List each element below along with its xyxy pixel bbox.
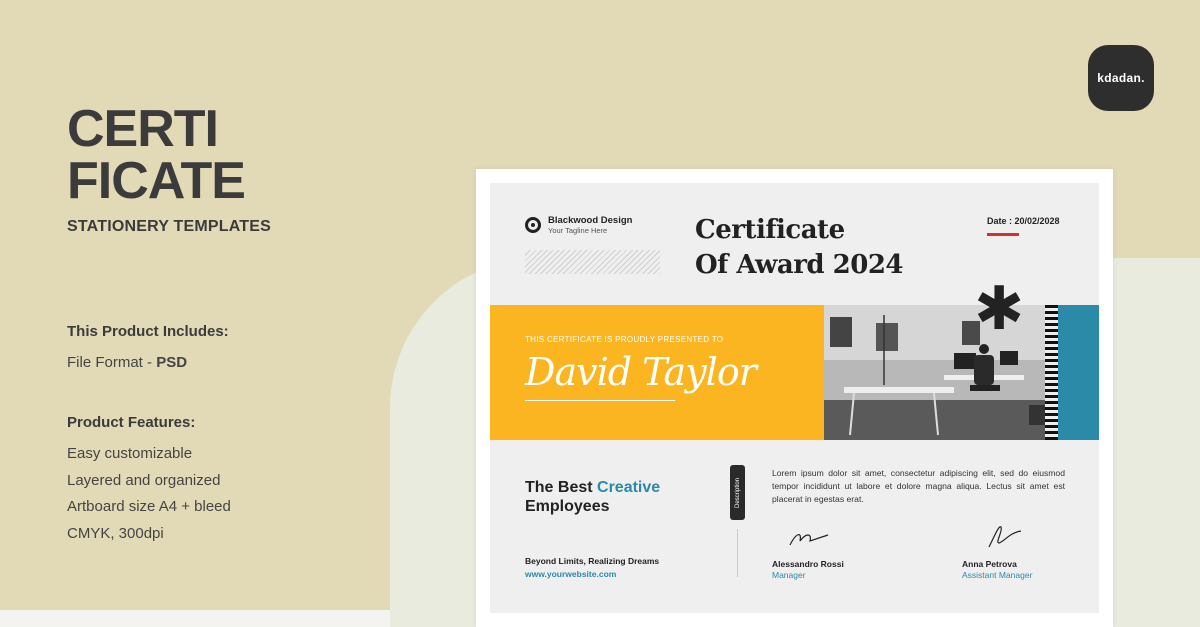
- file-format-value: PSD: [156, 354, 188, 371]
- award-title-line-2: Employees: [525, 498, 610, 515]
- description-text: Lorem ipsum dolor sit amet, consectetur …: [772, 468, 1065, 504]
- file-format: File Format - PSD: [67, 354, 187, 371]
- page-subtitle: STATIONERY TEMPLATES: [67, 218, 272, 235]
- accent-band: [1058, 305, 1099, 440]
- company-tagline: Your Tagline Here: [548, 226, 608, 235]
- file-format-label: File Format -: [67, 354, 157, 371]
- signature-1: [789, 534, 829, 546]
- description-tab-label: Description: [734, 477, 741, 508]
- features-heading: Product Features:: [67, 414, 196, 431]
- recipient-name: David Taylor: [525, 350, 757, 394]
- company-logo-icon: [525, 217, 541, 233]
- award-prefix: The Best: [525, 479, 598, 496]
- signer-1-role: Manager: [772, 570, 806, 580]
- title-line-2: FICATE: [67, 152, 246, 210]
- presented-text: THIS CERTIFICATE IS PROUDLY PRESENTED TO: [525, 335, 724, 344]
- certificate-date: Date : 20/02/2028: [987, 216, 1060, 226]
- date-underline: [987, 233, 1019, 236]
- brand-logo-text: kdadan.: [1097, 71, 1145, 85]
- asterisk-icon: ✱: [974, 275, 1025, 342]
- feature-item: Artboard size A4 + bleed: [67, 498, 231, 515]
- includes-heading: This Product Includes:: [67, 323, 229, 340]
- award-highlight: Creative: [597, 479, 661, 496]
- signer-1-name: Alessandro Rossi: [772, 559, 844, 569]
- feature-item: CMYK, 300dpi: [67, 524, 164, 542]
- footer-divider: [737, 529, 738, 577]
- signer-2-name: Anna Petrova: [962, 559, 1017, 569]
- stripe-decoration: [1045, 305, 1058, 440]
- background-strip: [0, 610, 390, 627]
- certificate-title-line-1: Certificate: [695, 215, 845, 245]
- certificate-title: Certificate Of Award 2024: [695, 213, 904, 283]
- title-line-1: CERTI: [67, 100, 219, 158]
- signature-2: [988, 526, 1022, 548]
- feature-item: Easy customizable: [67, 445, 193, 462]
- certificate-title-line-2: Of Award 2024: [695, 250, 904, 280]
- motto: Beyond Limits, Realizing Dreams: [525, 556, 660, 566]
- company-name: Blackwood Design: [548, 215, 633, 226]
- certificate-preview: Blackwood Design Your Tagline Here Certi…: [490, 183, 1099, 613]
- award-title: The Best Creative: [525, 479, 660, 497]
- page-title: CERTI FICATE: [67, 100, 246, 210]
- brand-logo: kdadan.: [1088, 45, 1154, 111]
- features-list: Easy customizable Layered and organized …: [67, 445, 231, 551]
- hatch-pattern: [525, 250, 660, 274]
- signer-2-role: Assistant Manager: [962, 570, 1033, 580]
- feature-item: Layered and organized: [67, 471, 221, 489]
- description-tab: Description: [730, 465, 745, 520]
- website-link: www.yourwebsite.com: [525, 569, 617, 579]
- recipient-underline: [525, 400, 675, 401]
